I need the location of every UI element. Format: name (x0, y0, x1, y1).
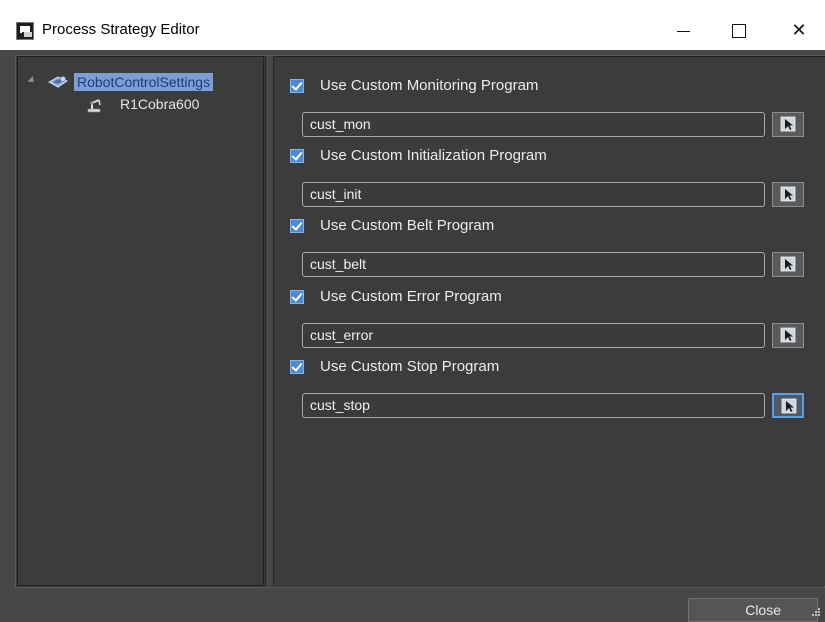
stop-program-checkbox[interactable] (290, 360, 304, 374)
monitoring-program-field[interactable]: cust_mon (302, 112, 765, 137)
close-window-button[interactable]: ✕ (776, 15, 822, 45)
select-cursor-icon (781, 398, 797, 414)
initialization-program-checkbox[interactable] (290, 149, 304, 163)
initialization-program-browse-button[interactable] (772, 182, 804, 207)
monitoring-program-label: Use Custom Monitoring Program (320, 77, 539, 94)
maximize-button[interactable] (716, 15, 762, 45)
stop-program-label: Use Custom Stop Program (320, 358, 500, 375)
select-cursor-icon (780, 256, 796, 272)
error-program-field[interactable]: cust_error (302, 323, 765, 348)
select-cursor-icon (780, 327, 796, 343)
tree-pane (17, 56, 264, 586)
pane-splitter[interactable] (265, 56, 274, 586)
resize-grip-icon[interactable] (806, 604, 822, 620)
select-cursor-icon (780, 116, 796, 132)
minimize-icon (676, 30, 690, 32)
select-cursor-icon (780, 186, 796, 202)
close-icon: ✕ (791, 20, 807, 40)
minimize-button[interactable] (660, 15, 706, 45)
monitoring-program-checkbox[interactable] (290, 79, 304, 93)
error-program-checkbox[interactable] (290, 290, 304, 304)
belt-program-checkbox[interactable] (290, 219, 304, 233)
monitoring-program-browse-button[interactable] (772, 112, 804, 137)
stop-program-field[interactable]: cust_stop (302, 393, 765, 418)
tree-root-label: RobotControlSettings (74, 73, 214, 91)
process-strategy-app-icon (16, 22, 34, 40)
belt-program-label: Use Custom Belt Program (320, 217, 495, 234)
error-program-label: Use Custom Error Program (320, 288, 502, 305)
belt-program-field[interactable]: cust_belt (302, 252, 765, 277)
robot-arm-icon (87, 99, 101, 113)
process-strategy-editor-window: Process Strategy Editor ✕ RobotControlSe… (0, 0, 825, 622)
maximize-icon (732, 24, 746, 39)
close-button[interactable]: Close (688, 598, 818, 622)
stop-program-browse-button[interactable] (772, 393, 804, 418)
window-title: Process Strategy Editor (42, 21, 200, 38)
title-bar: Process Strategy Editor ✕ (0, 0, 825, 50)
initialization-program-label: Use Custom Initialization Program (320, 147, 547, 164)
error-program-browse-button[interactable] (772, 323, 804, 348)
robot-settings-icon (48, 76, 68, 88)
belt-program-browse-button[interactable] (772, 252, 804, 277)
tree-child-label: R1Cobra600 (120, 96, 200, 112)
initialization-program-field[interactable]: cust_init (302, 182, 765, 207)
